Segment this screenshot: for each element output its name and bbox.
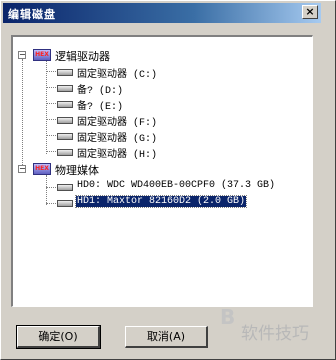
group-label: 物理媒体 [55, 164, 99, 177]
tree-item-hd0[interactable]: HD0: WDC WD400EB-00CPF0 (37.3 GB) [13, 179, 303, 195]
tree-item-label: 固定驱动器 (F:) [77, 118, 158, 129]
tree-group-logical-drives[interactable]: − HEX 逻辑驱动器 [13, 47, 303, 63]
hex-logo-icon: HEX [33, 163, 51, 175]
tree-item-drive-c[interactable]: 固定驱动器 (C:) [13, 64, 303, 81]
tree-item-label: 固定驱动器 (C:) [77, 70, 158, 81]
group-label: 逻辑驱动器 [55, 50, 110, 63]
tree-item-label: HD0: WDC WD400EB-00CPF0 (37.3 GB) [77, 180, 276, 191]
drive-icon [57, 133, 73, 140]
tree-item-label-selected: HD1: Maxtor 82160D2 (2.0 GB) [74, 195, 248, 208]
cancel-button[interactable]: 取消(A) [125, 326, 208, 348]
tree-item-drive-f[interactable]: 固定驱动器 (F:) [13, 112, 303, 129]
drive-icon [57, 69, 73, 76]
drive-tree[interactable]: − HEX 逻辑驱动器 固定驱动器 (C:) 备? (D:) 备? (E:) 固… [11, 35, 313, 307]
hex-logo-icon: HEX [33, 49, 51, 61]
drive-icon [57, 85, 73, 92]
collapse-icon[interactable]: − [18, 51, 26, 59]
tree-group-physical-media[interactable]: − HEX 物理媒体 [13, 161, 303, 177]
tree-item-label: 固定驱动器 (H:) [77, 150, 158, 161]
drive-icon [57, 117, 73, 124]
tree-item-drive-e[interactable]: 备? (E:) [13, 96, 303, 113]
close-button[interactable]: × [302, 5, 318, 19]
window-title: 编辑磁盘 [8, 9, 56, 21]
hard-disk-icon [57, 184, 73, 191]
ok-button[interactable]: 确定(O) [16, 325, 101, 349]
watermark-text: 软件技巧 [241, 324, 309, 343]
drive-icon [57, 149, 73, 156]
tree-item-hd1[interactable]: HD1: Maxtor 82160D2 (2.0 GB) [13, 195, 303, 211]
tree-item-label: 备? (E:) [77, 102, 124, 113]
drive-icon [57, 101, 73, 108]
tree-item-drive-h[interactable]: 固定驱动器 (H:) [13, 144, 303, 161]
tree-item-drive-d[interactable]: 备? (D:) [13, 80, 303, 97]
tree-item-label: 固定驱动器 (G:) [77, 134, 158, 145]
hard-disk-icon [57, 200, 73, 207]
edit-disk-dialog: 编辑磁盘 × − HEX 逻辑驱动器 固定驱动器 (C:) 备? (D:) 备?… [0, 0, 336, 360]
title-bar: 编辑磁盘 × [3, 3, 321, 23]
watermark-logo-icon: B [220, 305, 236, 329]
tree-item-drive-g[interactable]: 固定驱动器 (G:) [13, 128, 303, 145]
collapse-icon[interactable]: − [18, 165, 26, 173]
tree-item-label: 备? (D:) [77, 86, 124, 97]
